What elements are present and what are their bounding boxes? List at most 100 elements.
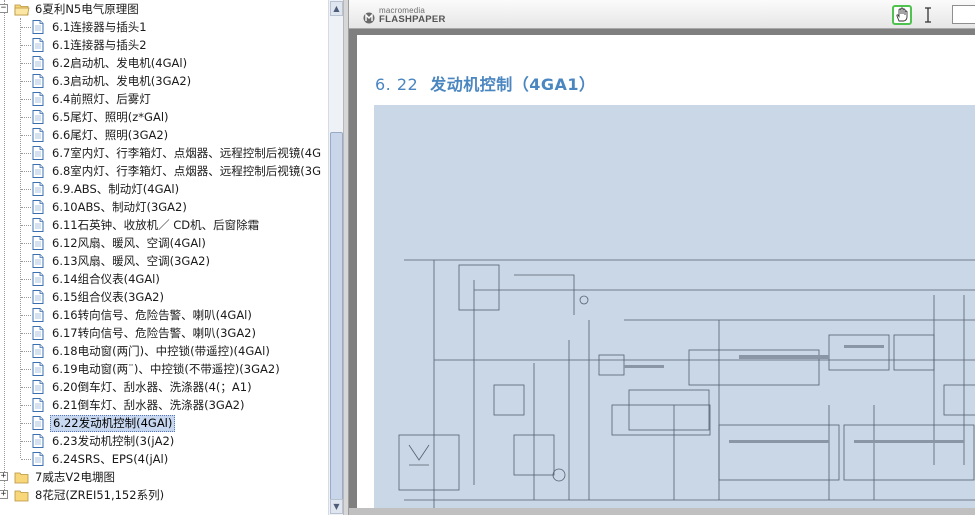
tree-folder-label: 8花冠(ZREI51,152系列) — [35, 487, 165, 502]
document-page-icon — [32, 200, 44, 214]
document-page-icon — [32, 308, 44, 322]
tree-item-label: 6.5尾灯、照明(z*GAl) — [52, 109, 169, 124]
wiring-diagram-image — [374, 105, 975, 515]
tree-folder-6[interactable]: − 6夏利N5电气原理图 — [0, 0, 141, 18]
document-page-icon — [32, 92, 44, 106]
tree-item-label: 6.4前照灯、后雾灯 — [52, 91, 151, 106]
tree-item-label: 6.18电动窗(两门)、中控锁(带遥控)(4GAl) — [52, 343, 270, 358]
tree-item[interactable]: 6.15组合仪表(3GA2) — [0, 288, 166, 306]
scroll-down-arrow-icon[interactable]: ▼ — [330, 499, 343, 514]
hand-tool-button[interactable] — [892, 5, 912, 25]
document-page-icon — [32, 20, 44, 34]
document-page-icon — [32, 362, 44, 376]
tree-item[interactable]: 6.7室内灯、行李箱灯、点烟器、远程控制后视镜(4G — [0, 144, 323, 162]
flashpaper-viewer: macromedia FLASHPAPER 6. 22 发动机控制（4GA1） — [349, 0, 975, 515]
tree-guide-line — [21, 261, 31, 262]
brand-big-text: FLASHPAPER — [379, 14, 446, 25]
tree-guide-line — [21, 441, 31, 442]
tree-guide-line — [21, 27, 31, 28]
tree-item[interactable]: 6.23发动机控制(3(jA2) — [0, 432, 176, 450]
tree-item-label: 6.13风扇、暖风、空调(3GA2) — [52, 253, 210, 268]
tree-item[interactable]: 6.18电动窗(两门)、中控锁(带遥控)(4GAl) — [0, 342, 272, 360]
tree-guide-line — [21, 171, 31, 172]
tree-guide-line — [21, 117, 31, 118]
tree-item[interactable]: 6.20倒车灯、刮水器、洗涤器(4(；A1) — [0, 378, 254, 396]
collapse-toggle-icon[interactable]: − — [0, 4, 8, 13]
tree-guide-line — [21, 189, 31, 190]
page-section-title: 发动机控制（4GA1） — [430, 75, 596, 94]
zoom-field[interactable] — [952, 5, 975, 24]
expand-toggle-icon[interactable]: + — [0, 490, 8, 499]
tree-item-label: 6.24SRS、EPS(4(jAl) — [52, 451, 169, 466]
tree-guide-line — [21, 423, 31, 424]
document-page-icon — [32, 380, 44, 394]
tree-item[interactable]: 6.2启动机、发电机(4GAl) — [0, 54, 189, 72]
text-select-button[interactable] — [921, 5, 935, 25]
tree-item-label: 6.21倒车灯、刮水器、洗涤器(3GA2) — [52, 397, 245, 412]
expand-toggle-icon[interactable]: + — [0, 472, 8, 481]
folder-open-icon — [14, 3, 30, 16]
tree-guide-line — [21, 405, 31, 406]
tree-item-label: 6.20倒车灯、刮水器、洗涤器(4(；A1) — [52, 379, 252, 394]
tree-folder-label: 6夏利N5电气原理图 — [35, 1, 139, 16]
tree-item-label: 6.17转向信号、危险告警、喇叭(3GA2) — [52, 325, 256, 340]
tree-item[interactable]: 6.5尾灯、照明(z*GAl) — [0, 108, 171, 126]
tree-item[interactable]: 6.6尾灯、照明(3GA2) — [0, 126, 170, 144]
scroll-up-arrow-icon[interactable]: ▲ — [330, 1, 343, 16]
page-section-number: 6. 22 — [375, 75, 419, 94]
tree-guide-line — [21, 99, 31, 100]
tree-item-label: 6.14组合仪表(4GAl) — [52, 271, 160, 286]
tree-guide-line — [21, 153, 31, 154]
tree-guide-line — [21, 207, 31, 208]
tree-item-label: 6.7室内灯、行李箱灯、点烟器、远程控制后视镜(4G — [52, 145, 322, 160]
tree-guide-line — [21, 63, 31, 64]
tree-item-label: 6.11石英钟、收放机／ CD机、后窗除霜 — [52, 217, 260, 232]
tree-scrollbar[interactable]: ▲ ▼ — [328, 0, 343, 515]
tree-item-label: 6.9.ABS、制动灯(4GAl) — [52, 181, 180, 196]
document-page-icon — [32, 236, 44, 250]
tree-item[interactable]: 6.21倒车灯、刮水器、洗涤器(3GA2) — [0, 396, 247, 414]
document-page-icon — [32, 452, 44, 466]
document-tree: − 6夏利N5电气原理图 6.1连接器与插头1 6.1连接器与插头2 6.2启动机、… — [0, 0, 328, 515]
folder-closed-icon — [14, 489, 30, 502]
tree-item[interactable]: 6.10ABS、制动灯(3GA2) — [0, 198, 189, 216]
tree-item[interactable]: 6.17转向信号、危险告警、喇叭(3GA2) — [0, 324, 258, 342]
document-page-icon — [32, 254, 44, 268]
tree-item-label: 6.23发动机控制(3(jA2) — [52, 433, 175, 448]
wiring-diagram-drawing — [398, 259, 975, 515]
document-page: 6. 22 发动机控制（4GA1） — [357, 35, 975, 515]
tree-item[interactable]: 6.9.ABS、制动灯(4GAl) — [0, 180, 181, 198]
tree-item[interactable]: 6.1连接器与插头1 — [0, 18, 149, 36]
scrollbar-thumb[interactable] — [330, 132, 343, 508]
document-page-icon — [32, 218, 44, 232]
tree-item[interactable]: 6.4前照灯、后雾灯 — [0, 90, 153, 108]
viewer-horizontal-scrollbar[interactable] — [349, 508, 975, 515]
viewer-toolbar: macromedia FLASHPAPER — [349, 0, 975, 29]
tree-item[interactable]: 6.22发动机控制(4GAl) — [0, 414, 176, 432]
tree-item[interactable]: 6.8室内灯、行李箱灯、点烟器、远程控制后视镜(3G — [0, 162, 323, 180]
tree-item-label: 6.2启动机、发电机(4GAl) — [52, 55, 188, 70]
tree-item[interactable]: 6.13风扇、暖风、空调(3GA2) — [0, 252, 212, 270]
document-page-icon — [32, 272, 44, 286]
tree-guide-line — [21, 225, 31, 226]
document-page-icon — [32, 434, 44, 448]
tree-item-label: 6.1连接器与插头2 — [52, 37, 147, 52]
folder-closed-icon — [14, 471, 30, 484]
tree-item[interactable]: 6.3启动机、发电机(3GA2) — [0, 72, 193, 90]
tree-item-label: 6.3启动机、发电机(3GA2) — [52, 73, 192, 88]
tree-item[interactable]: 6.14组合仪表(4GAl) — [0, 270, 162, 288]
tree-guide-line — [21, 297, 31, 298]
document-page-icon — [32, 38, 44, 52]
tree-folder-8[interactable]: + 8花冠(ZREI51,152系列) — [0, 486, 166, 504]
tree-guide-line — [21, 333, 31, 334]
tree-item[interactable]: 6.19电动窗(两¨)、中控锁(不带遥控)(3GA2) — [0, 360, 282, 378]
tree-item[interactable]: 6.11石英钟、收放机／ CD机、后窗除霜 — [0, 216, 261, 234]
tree-guide-line — [21, 135, 31, 136]
tree-item[interactable]: 6.24SRS、EPS(4(jAl) — [0, 450, 170, 468]
page-title: 6. 22 发动机控制（4GA1） — [375, 71, 596, 95]
tree-item[interactable]: 6.12风扇、暖风、空调(4GAl) — [0, 234, 208, 252]
tree-guide-line — [21, 243, 31, 244]
tree-item[interactable]: 6.1连接器与插头2 — [0, 36, 149, 54]
tree-item[interactable]: 6.16转向信号、危险告警、喇叭(4GAl) — [0, 306, 254, 324]
tree-folder-7[interactable]: + 7威志V2电堋图 — [0, 468, 117, 486]
